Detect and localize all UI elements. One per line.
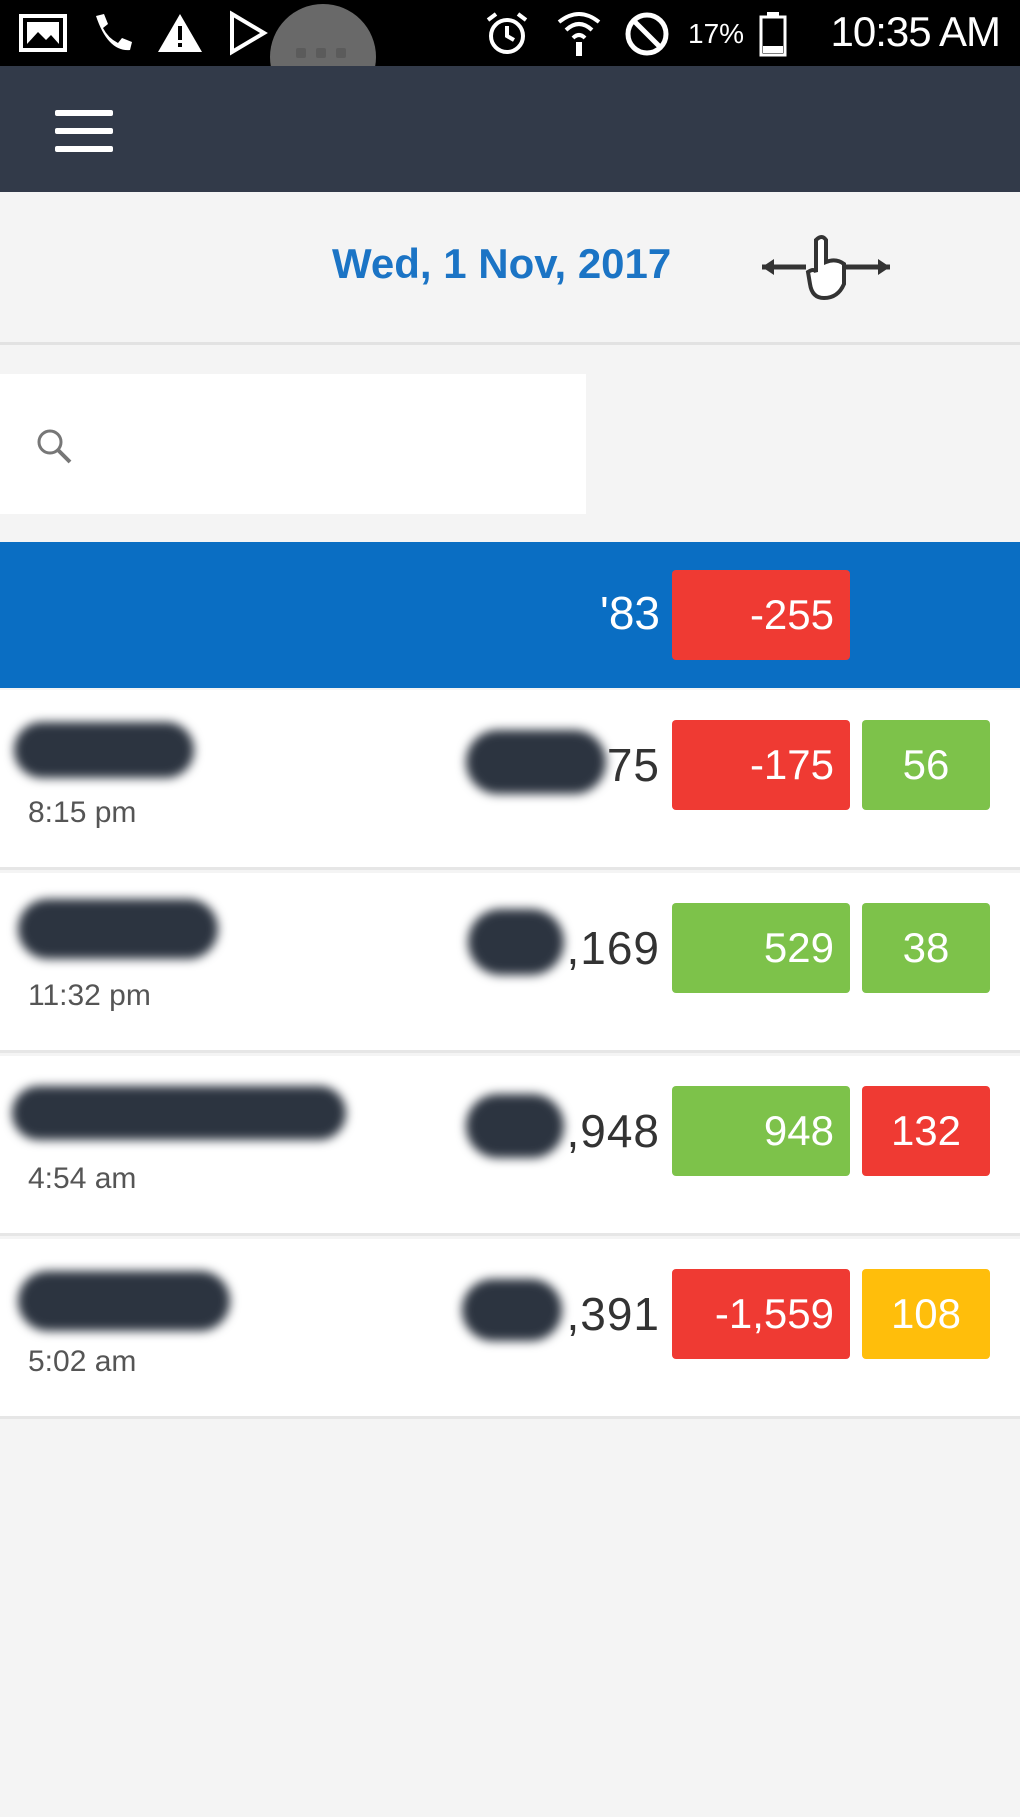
item-time: 5:02 am <box>28 1345 137 1378</box>
hamburger-menu-icon[interactable] <box>55 110 115 154</box>
item-diff-badge: -1,559 <box>672 1269 850 1359</box>
summary-row: '83 -255 <box>0 542 1020 688</box>
redacted-name <box>18 899 218 959</box>
search-icon <box>37 429 72 464</box>
warning-icon <box>158 14 202 52</box>
item-value: ,948 <box>566 1105 660 1157</box>
item-count-badge: 56 <box>862 720 990 810</box>
date-navigator[interactable]: Wed, 1 Nov, 2017 <box>0 198 1020 345</box>
item-time: 8:15 pm <box>28 796 137 829</box>
item-diff-badge: -175 <box>672 720 850 810</box>
item-diff-badge: 529 <box>672 903 850 993</box>
redacted-value <box>466 1094 564 1158</box>
search-input[interactable] <box>90 414 564 476</box>
play-store-icon <box>230 10 268 56</box>
list-item[interactable]: 8:15 pm 75 -175 56 <box>0 690 1020 870</box>
redacted-name <box>12 1086 346 1140</box>
redacted-value <box>468 909 564 975</box>
battery-percent: 17% <box>688 18 745 49</box>
item-diff-badge: 948 <box>672 1086 850 1176</box>
item-count-badge: 132 <box>862 1086 990 1176</box>
phone-icon <box>96 14 132 51</box>
redacted-value <box>462 1279 562 1341</box>
redacted-value <box>466 730 606 794</box>
battery-icon <box>759 12 787 57</box>
redacted-name <box>14 722 194 778</box>
item-value: ,391 <box>566 1288 660 1340</box>
summary-diff-badge: -255 <box>672 570 850 660</box>
alarm-icon <box>486 12 528 54</box>
list-item[interactable]: 11:32 pm ,169 529 38 <box>0 873 1020 1053</box>
list-item[interactable]: 5:02 am ,391 -1,559 108 <box>0 1239 1020 1419</box>
gallery-icon <box>19 14 67 52</box>
wifi-icon <box>557 12 601 56</box>
item-count-badge: 38 <box>862 903 990 993</box>
redacted-name <box>18 1271 230 1331</box>
item-count-badge: 108 <box>862 1269 990 1359</box>
list-item[interactable]: 4:54 am ,948 948 132 <box>0 1056 1020 1236</box>
app-bar <box>0 66 1020 192</box>
item-value: ,169 <box>566 922 660 974</box>
status-bar: 17% 10:35 AM <box>0 0 1020 110</box>
clock: 10:35 AM <box>830 8 1001 55</box>
swipe-left-right-hand-icon <box>762 235 890 301</box>
item-time: 11:32 pm <box>28 979 151 1012</box>
selected-date[interactable]: Wed, 1 Nov, 2017 <box>332 240 671 288</box>
search-box[interactable] <box>0 374 586 514</box>
item-time: 4:54 am <box>28 1162 137 1195</box>
item-value: 75 <box>606 739 660 791</box>
do-not-disturb-icon <box>625 12 669 56</box>
summary-value: '83 <box>600 587 660 639</box>
